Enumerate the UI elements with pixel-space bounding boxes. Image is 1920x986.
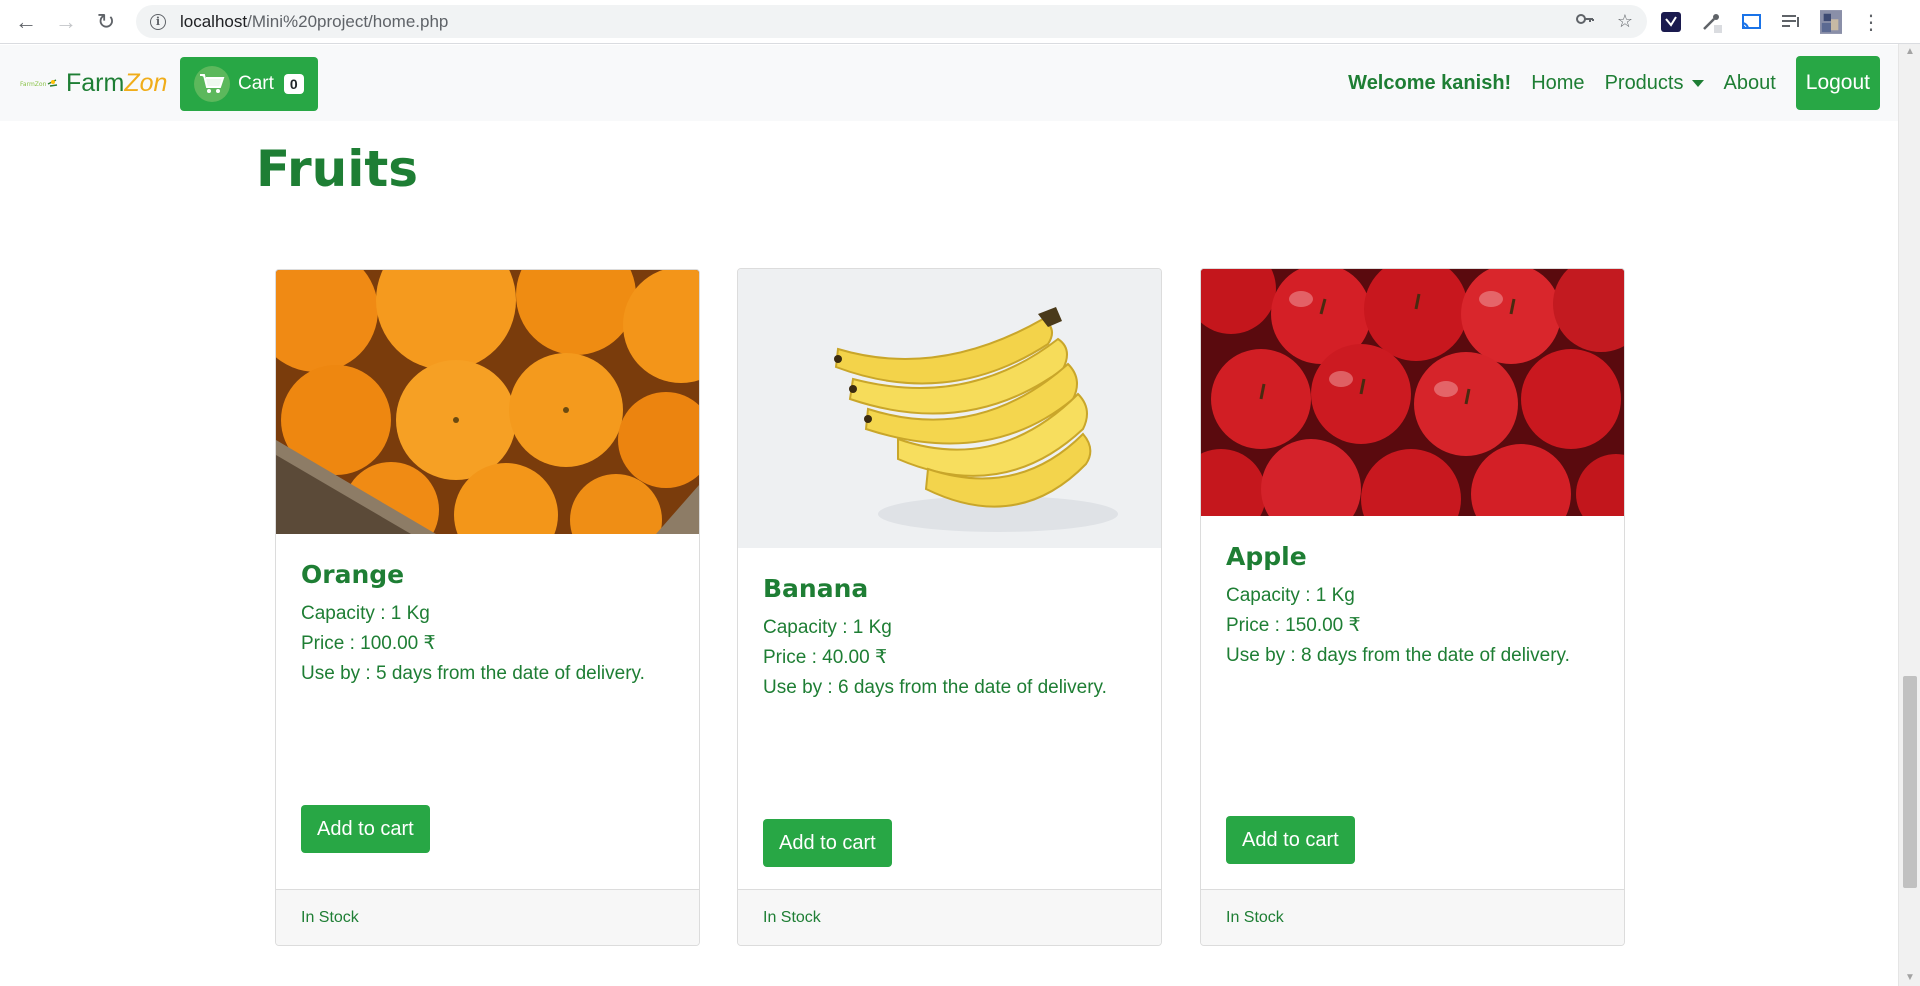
stock-status: In Stock xyxy=(1201,889,1624,945)
svg-text:FarmZon: FarmZon xyxy=(20,81,47,88)
product-details: Capacity : 1 Kg Price : 40.00 ₹ Use by :… xyxy=(763,613,1136,703)
page-scrollbar[interactable]: ▲ ▼ xyxy=(1898,44,1920,986)
reload-icon[interactable]: ↻ xyxy=(86,2,126,42)
product-use-by: Use by : 6 days from the date of deliver… xyxy=(763,677,1107,698)
address-url[interactable]: localhost/Mini%20project/home.php xyxy=(180,12,448,32)
scroll-down-arrow-icon[interactable]: ▼ xyxy=(1904,972,1916,984)
nav-link-about[interactable]: About xyxy=(1724,72,1776,95)
product-card-apple: Apple Capacity : 1 Kg Price : 150.00 ₹ U… xyxy=(1200,268,1625,946)
browser-toolbar: ← → ↻ i localhost/Mini%20project/home.ph… xyxy=(0,0,1920,44)
product-name: Banana xyxy=(763,574,869,603)
product-price: Price : 100.00 ₹ xyxy=(301,633,436,654)
cast-icon[interactable] xyxy=(1740,11,1762,33)
site-info-icon[interactable]: i xyxy=(150,13,166,30)
product-price: Price : 150.00 ₹ xyxy=(1226,615,1361,636)
product-capacity: Capacity : 1 Kg xyxy=(301,603,430,624)
stock-status: In Stock xyxy=(738,889,1161,945)
cart-count-badge: 0 xyxy=(283,74,304,94)
add-to-cart-button[interactable]: Add to cart xyxy=(301,805,430,853)
nav-dropdown-products[interactable]: Products xyxy=(1605,72,1704,95)
apple-image xyxy=(1201,269,1624,516)
brand-name: FarmZon xyxy=(66,68,168,97)
farmzon-logo: FarmZon xyxy=(20,76,58,90)
profile-avatar-icon[interactable] xyxy=(1820,10,1842,34)
stock-status: In Stock xyxy=(276,889,699,945)
welcome-message: Welcome kanish! xyxy=(1348,71,1512,94)
product-card-orange: Orange Capacity : 1 Kg Price : 100.00 ₹ … xyxy=(275,269,700,946)
add-to-cart-button[interactable]: Add to cart xyxy=(1226,816,1355,864)
product-name: Orange xyxy=(301,560,405,589)
product-name: Apple xyxy=(1226,542,1307,571)
scrollbar-thumb[interactable] xyxy=(1903,676,1917,888)
add-to-cart-button[interactable]: Add to cart xyxy=(763,819,892,867)
scroll-up-arrow-icon[interactable]: ▲ xyxy=(1904,46,1916,58)
nav-dropdown-products-label: Products xyxy=(1604,71,1684,94)
eyedropper-icon[interactable] xyxy=(1700,11,1722,33)
key-icon[interactable] xyxy=(1575,9,1595,34)
reading-list-icon[interactable] xyxy=(1780,11,1802,33)
address-bar[interactable]: i localhost/Mini%20project/home.php ☆ xyxy=(136,5,1647,38)
bookmark-star-icon[interactable]: ☆ xyxy=(1617,11,1633,32)
back-arrow-icon[interactable]: ← xyxy=(6,2,46,42)
forward-arrow-icon[interactable]: → xyxy=(46,2,86,42)
extension-shield-icon[interactable] xyxy=(1660,11,1682,33)
page-title: Fruits xyxy=(256,140,419,198)
site-navbar: FarmZon FarmZon Cart 0 Welcome kanish! H… xyxy=(0,45,1898,121)
product-capacity: Capacity : 1 Kg xyxy=(1226,585,1355,606)
shopping-cart-icon xyxy=(194,66,230,102)
product-capacity: Capacity : 1 Kg xyxy=(763,617,892,638)
caret-down-icon xyxy=(1691,79,1704,87)
nav-link-home[interactable]: Home xyxy=(1531,72,1584,95)
cart-button[interactable]: Cart 0 xyxy=(180,57,318,111)
brand-link[interactable]: FarmZon FarmZon xyxy=(20,45,167,121)
logout-button[interactable]: Logout xyxy=(1795,56,1880,110)
product-use-by: Use by : 5 days from the date of deliver… xyxy=(301,663,645,684)
product-details: Capacity : 1 Kg Price : 100.00 ₹ Use by … xyxy=(301,599,674,689)
product-price: Price : 40.00 ₹ xyxy=(763,647,888,668)
cart-label: Cart xyxy=(238,73,274,94)
browser-menu-icon[interactable]: ⋮ xyxy=(1860,11,1882,34)
banana-image xyxy=(738,269,1161,548)
product-use-by: Use by : 8 days from the date of deliver… xyxy=(1226,645,1570,666)
product-details: Capacity : 1 Kg Price : 150.00 ₹ Use by … xyxy=(1226,581,1599,671)
product-card-banana: Banana Capacity : 1 Kg Price : 40.00 ₹ U… xyxy=(737,268,1162,946)
orange-image xyxy=(276,270,699,534)
